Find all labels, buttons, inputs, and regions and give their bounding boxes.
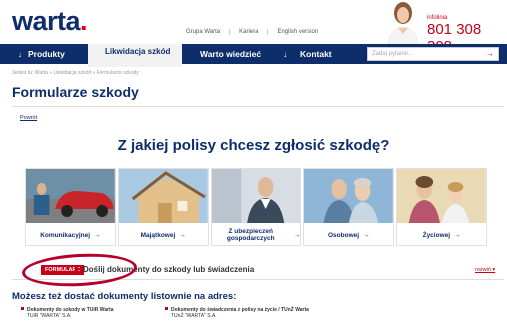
- doc-item-tunz[interactable]: Dokumenty do świadczenia z polisy na życ…: [165, 307, 309, 319]
- arrow-down-icon: ↓: [18, 49, 22, 59]
- nav-item-produkty[interactable]: ↓ Produkty: [18, 44, 65, 64]
- warta-logo[interactable]: warta.: [12, 6, 88, 37]
- policy-tiles: Komunikacyjnej → Majątkowej → Z ubezpiecze…: [25, 168, 487, 246]
- highlight-circle: [21, 251, 138, 289]
- tile-label: Komunikacyjnej →: [40, 231, 101, 239]
- tile-komunikacyjnej[interactable]: Komunikacyjnej →: [25, 168, 116, 246]
- page-title: Formularze szkody: [12, 84, 139, 100]
- nav-item-warto-wiedziec[interactable]: Warto wiedzieć ↓: [200, 44, 293, 64]
- arrow-right-icon: →: [94, 231, 101, 239]
- tile-osobowej[interactable]: Osobowej →: [303, 168, 395, 246]
- family-photo: [397, 169, 486, 223]
- expand-link[interactable]: rozwiń ▾: [475, 267, 495, 273]
- top-link-english[interactable]: English version: [267, 29, 327, 35]
- arrow-right-icon: →: [293, 231, 301, 239]
- nav-item-kontakt[interactable]: Kontakt: [300, 44, 332, 64]
- bullet-icon: [165, 307, 168, 310]
- search-placeholder: Zadaj pytanie...: [372, 51, 414, 57]
- business-man-photo: [211, 169, 301, 223]
- bullet-icon: [21, 307, 24, 310]
- top-link-kariera[interactable]: Kariera: [229, 29, 267, 35]
- tile-zyciowej[interactable]: Życiowej →: [396, 168, 487, 246]
- nav-item-likwidacja-szkod[interactable]: Likwidacja szkód: [88, 44, 182, 67]
- arrow-right-icon: →: [179, 231, 186, 239]
- tile-label: Życiowej →: [422, 231, 461, 239]
- arrow-right-icon: →: [454, 231, 461, 239]
- tile-label: Majątkowej →: [140, 231, 186, 239]
- policy-question-heading: Z jakiej polisy chcesz zgłosić szkodę?: [117, 137, 390, 154]
- address-subtitle: Możesz też dostać dokumenty listownie na…: [12, 291, 237, 302]
- support-agent-image: [380, 0, 425, 44]
- nav-item-label: Kontakt: [300, 49, 332, 59]
- search-input[interactable]: Zadaj pytanie... →: [367, 47, 499, 61]
- house-construction-photo: [118, 169, 208, 223]
- arrow-right-icon: →: [363, 231, 370, 239]
- tile-gospodarczych[interactable]: Z ubezpieczeń gospodarczych →: [210, 168, 302, 246]
- back-link[interactable]: Powrót: [20, 115, 37, 121]
- nav-item-label: Produkty: [28, 49, 65, 59]
- arrow-down-icon: ↓: [283, 49, 288, 59]
- nav-item-label: Warto wiedzieć: [200, 49, 262, 59]
- top-link-grupa-warta[interactable]: Grupa Warta: [177, 29, 229, 35]
- nav-item-label: Likwidacja szkód: [105, 47, 171, 56]
- tile-majatkowej[interactable]: Majątkowej →: [117, 168, 209, 246]
- top-links: Grupa Warta Kariera English version: [177, 29, 327, 35]
- search-arrow-icon[interactable]: →: [486, 49, 494, 58]
- tile-label: Osobowej →: [328, 231, 370, 239]
- car-accident-photo: [26, 169, 115, 223]
- header: warta. Grupa Warta Kariera English versi…: [0, 0, 507, 55]
- couple-photo: [304, 169, 394, 223]
- breadcrumb: Jesteś tu: Warta » Likwidacja szkód » Fo…: [12, 70, 139, 76]
- doc-item-tuir[interactable]: Dokumenty do szkody w TUiR Warta TUiR "W…: [21, 307, 114, 319]
- tile-label: Z ubezpieczeń gospodarczych →: [226, 228, 301, 242]
